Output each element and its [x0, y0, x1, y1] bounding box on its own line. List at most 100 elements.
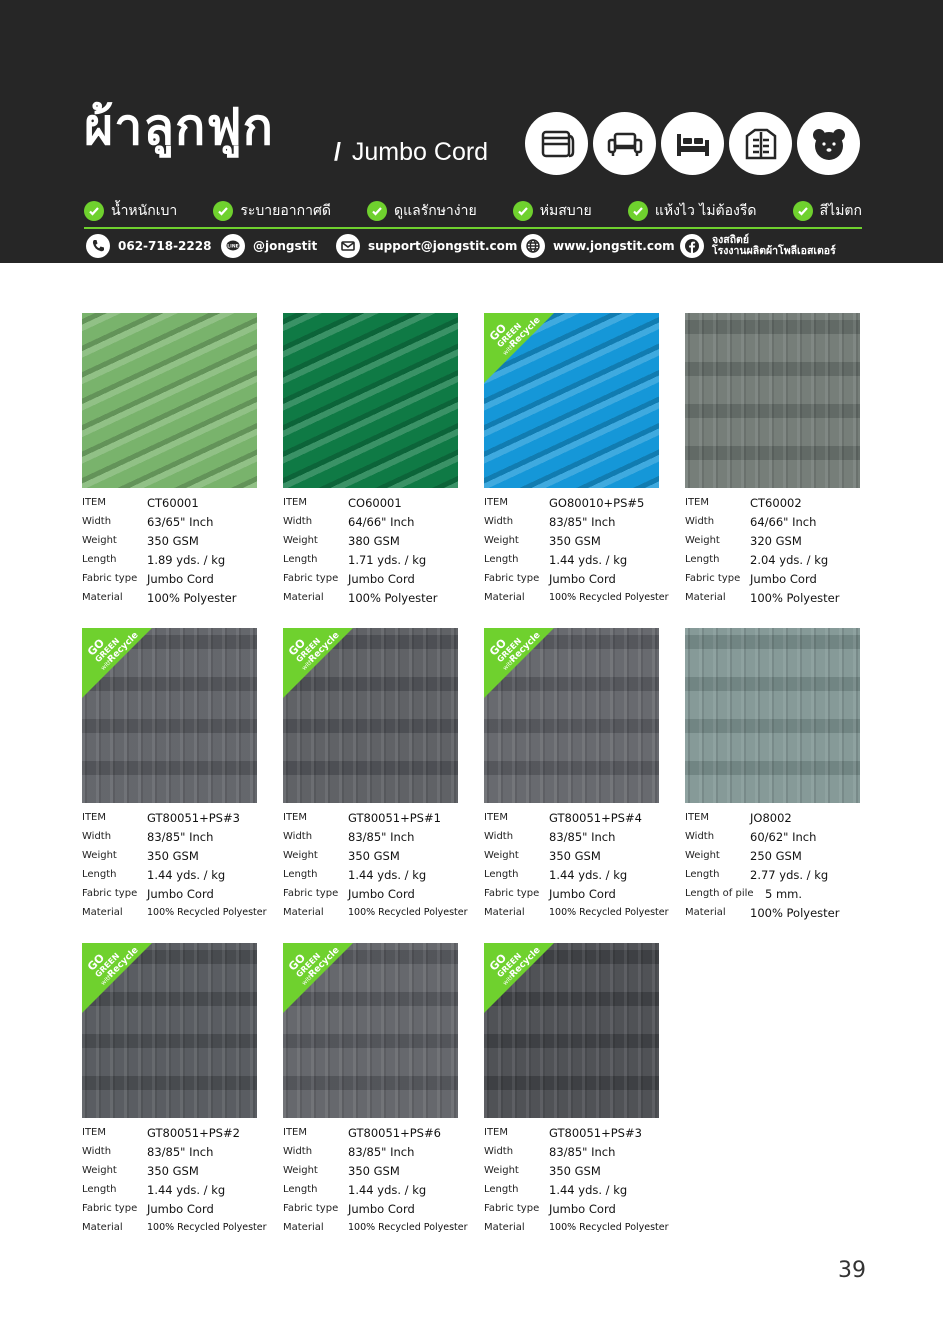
spec-value: 350 GSM — [147, 1164, 199, 1178]
spec-label: Length — [82, 554, 117, 565]
facebook-contact[interactable]: จงสถิตย์ โรงงานผลิตผ้าโพลีเอสเตอร์ — [680, 234, 836, 258]
go-green-recycle-badge: GOGREENwithRecycle — [82, 628, 152, 698]
spec-table: ITEM GT80051+PS#4 Width 83/85" Inch Weight 35… — [484, 811, 684, 925]
spec-label: ITEM — [685, 497, 710, 508]
spec-row: ITEM CO60001 — [283, 496, 483, 515]
spec-value: 1.44 yds. / kg — [348, 1183, 427, 1197]
spec-row: Material 100% Recycled Polyester — [82, 1221, 282, 1240]
spec-row: Length 1.44 yds. / kg — [283, 868, 483, 887]
spec-label: Width — [283, 831, 313, 842]
facebook-page: จงสถิตย์ โรงงานผลิตผ้าโพลีเอสเตอร์ — [712, 235, 836, 257]
divider — [84, 227, 862, 229]
spec-value: Jumbo Cord — [549, 887, 616, 901]
spec-row: Fabric type Jumbo Cord — [484, 887, 684, 906]
spec-value: 1.71 yds. / kg — [348, 553, 427, 567]
spec-label: Material — [283, 592, 324, 603]
spec-row: Weight 350 GSM — [484, 534, 684, 553]
spec-label: Width — [484, 831, 514, 842]
spec-label: Fabric type — [484, 573, 540, 584]
spec-row: Width 83/85" Inch — [484, 515, 684, 534]
line-contact[interactable]: LINE @jongstit — [221, 234, 317, 258]
spec-label: Material — [484, 592, 525, 603]
product-card: ITEM CT60001 Width 63/65" Inch Weight 350 GSM… — [82, 313, 282, 613]
feature-label: ดูแลรักษาง่าย — [394, 203, 477, 219]
spec-value: Jumbo Cord — [348, 572, 415, 586]
spec-label: Material — [283, 907, 324, 918]
spec-value: GT80051+PS#6 — [348, 1126, 441, 1140]
feature-item: ระบายอากาศดี — [213, 200, 331, 222]
feature-label: สีไม่ตก — [819, 203, 862, 219]
spec-value: 350 GSM — [549, 849, 601, 863]
spec-value: 350 GSM — [549, 534, 601, 548]
spec-value: 100% Recycled Polyester — [549, 1222, 669, 1233]
header-banner: ผ้าลูกฟูก / Jumbo Cord น้ำหนักเบา ระบายอ… — [0, 0, 943, 263]
spec-label: Material — [685, 592, 726, 603]
spec-row: Weight 350 GSM — [82, 849, 282, 868]
check-icon — [213, 201, 234, 221]
spec-label: Material — [82, 1222, 123, 1233]
spec-row: Width 83/85" Inch — [82, 1145, 282, 1164]
check-icon — [367, 201, 388, 221]
spec-label: Material — [484, 1222, 525, 1233]
title-separator: / — [334, 138, 341, 166]
spec-table: ITEM JO8002 Width 60/62" Inch Weight 250 GSM L… — [685, 811, 885, 925]
website-contact[interactable]: www.jongstit.com — [521, 234, 675, 258]
spec-value: 380 GSM — [348, 534, 400, 548]
spec-value: JO8002 — [750, 811, 792, 825]
contact-bar: 062-718-2228 LINE @jongstit support@jong… — [86, 234, 866, 260]
spec-label: Width — [82, 1146, 112, 1157]
page-title-english: / Jumbo Cord — [334, 138, 488, 167]
spec-value: Jumbo Cord — [750, 572, 817, 586]
website-url: www.jongstit.com — [553, 239, 675, 253]
check-icon — [792, 201, 813, 221]
spec-table: ITEM GT80051+PS#1 Width 83/85" Inch Weight 35… — [283, 811, 483, 925]
spec-value: Jumbo Cord — [549, 1202, 616, 1216]
feature-item: สีไม่ตก — [792, 200, 862, 222]
spec-label: Weight — [283, 1165, 318, 1176]
spec-value: GT80051+PS#3 — [549, 1126, 642, 1140]
product-card: GO GREEN with Recycle ITEM GT80051+PS#1 Width 8… — [283, 628, 483, 928]
spec-row: Fabric type Jumbo Cord — [283, 572, 483, 591]
spec-value: 83/85" Inch — [348, 830, 415, 844]
product-card: GO GREEN with Recycle ITEM GT80051+PS#6 Width 8… — [283, 943, 483, 1243]
spec-label: Weight — [82, 1165, 117, 1176]
spec-row: ITEM CT60002 — [685, 496, 885, 515]
spec-label: Length — [82, 869, 117, 880]
spec-row: Material 100% Recycled Polyester — [484, 906, 684, 925]
spec-label: ITEM — [484, 497, 509, 508]
page-number: 39 — [838, 1258, 866, 1283]
spec-label: Length — [484, 1184, 519, 1195]
spec-value: 64/66" Inch — [348, 515, 415, 529]
spec-value: 100% Recycled Polyester — [147, 1222, 267, 1233]
spec-row: Fabric type Jumbo Cord — [283, 887, 483, 906]
spec-label: ITEM — [283, 1127, 308, 1138]
bed-icon — [661, 112, 724, 175]
product-card: GO GREEN with Recycle ITEM GT80051+PS#2 Width 8… — [82, 943, 282, 1243]
svg-text:LINE: LINE — [227, 244, 238, 250]
spec-row: Length 1.44 yds. / kg — [82, 1183, 282, 1202]
spec-value: 320 GSM — [750, 534, 802, 548]
spec-row: Width 63/65" Inch — [82, 515, 282, 534]
check-icon — [512, 201, 533, 221]
feature-label: น้ำหนักเบา — [111, 203, 178, 219]
phone-contact[interactable]: 062-718-2228 — [86, 234, 211, 258]
spec-label: Fabric type — [283, 1203, 339, 1214]
fabric-swatch-image — [685, 628, 860, 803]
email-contact[interactable]: support@jongstit.com — [336, 234, 517, 258]
spec-label: Material — [484, 907, 525, 918]
spec-value: 83/85" Inch — [549, 830, 616, 844]
globe-icon — [521, 234, 545, 258]
spec-value: 63/65" Inch — [147, 515, 214, 529]
spec-table: ITEM CT60002 Width 64/66" Inch Weight 320 GSM… — [685, 496, 885, 610]
spec-label: Weight — [82, 535, 117, 546]
spec-value: GT80051+PS#4 — [549, 811, 642, 825]
spec-table: ITEM CT60001 Width 63/65" Inch Weight 350 GSM… — [82, 496, 282, 610]
spec-row: Material 100% Recycled Polyester — [283, 1221, 483, 1240]
spec-value: Jumbo Cord — [147, 887, 214, 901]
fabric-swatch-image — [283, 313, 458, 488]
feature-label: แห้งไว ไม่ต้องรีด — [654, 203, 757, 219]
spec-label: Fabric type — [484, 888, 540, 899]
spec-value: Jumbo Cord — [348, 887, 415, 901]
spec-value: 83/85" Inch — [348, 1145, 415, 1159]
spec-label: Length — [283, 1184, 318, 1195]
